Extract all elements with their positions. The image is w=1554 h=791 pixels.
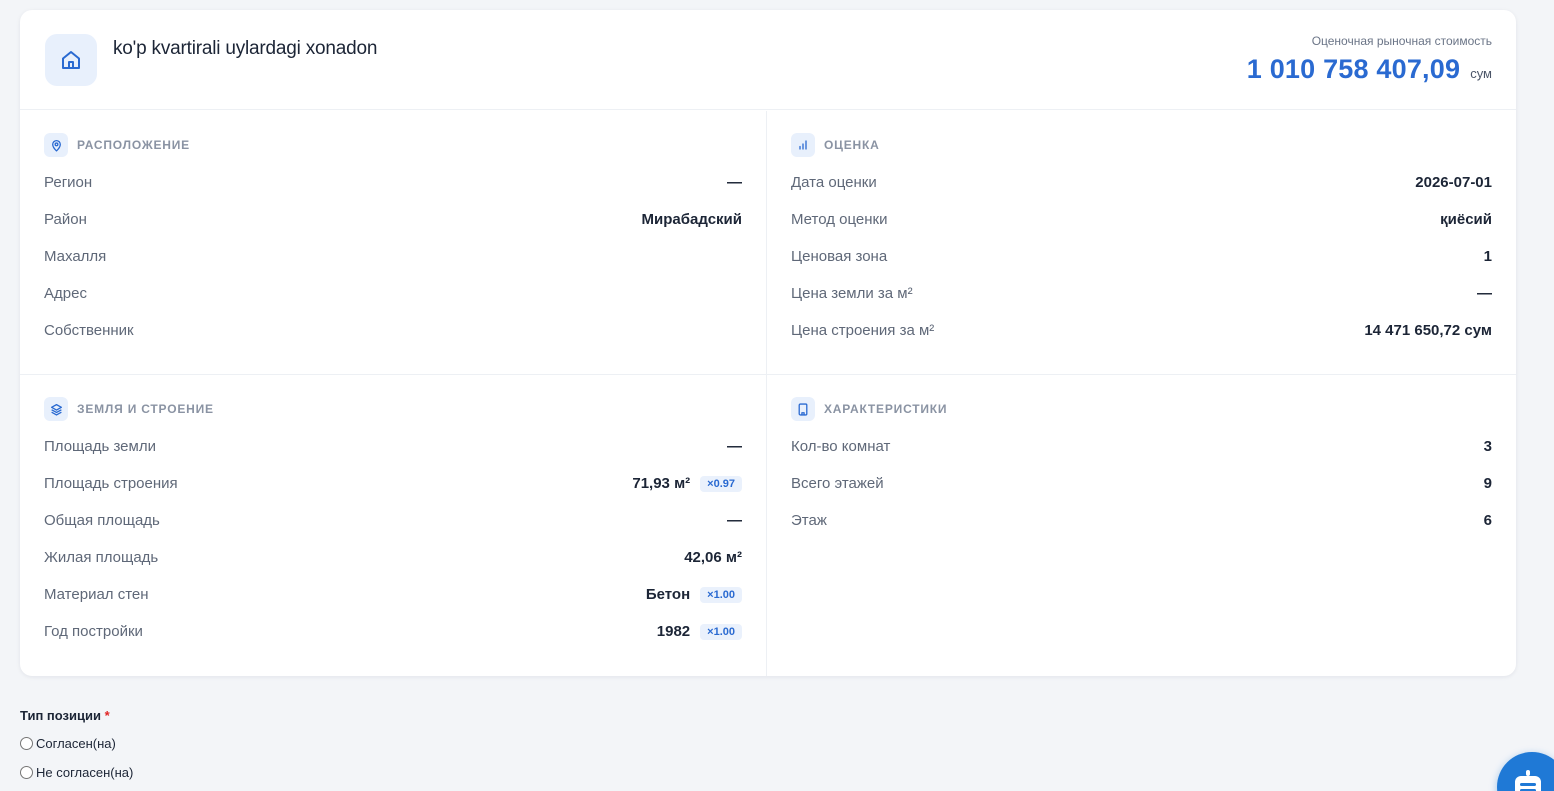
row-wall-material: Материал стен Бетон ×1.00 — [44, 576, 742, 613]
row-price-zone: Ценовая зона 1 — [791, 248, 1492, 265]
coefficient-badge: ×1.00 — [700, 586, 742, 603]
land-section: ЗЕМЛЯ И СТРОЕНИЕ Площадь земли — Площадь … — [20, 375, 767, 676]
position-type-form: Тип позиции * Согласен(на) Не согласен(н… — [20, 708, 133, 780]
radio-agree-input[interactable] — [20, 737, 33, 750]
building-icon — [791, 397, 815, 421]
required-mark: * — [104, 708, 110, 723]
row-land-area: Площадь земли — — [44, 438, 742, 455]
row-rooms: Кол-во комнат 3 — [791, 438, 1492, 455]
row-land-price: Цена земли за м² — — [791, 285, 1492, 302]
property-title: ko'p kvartirali uylardagi xonadon — [113, 38, 378, 59]
evaluation-section: ОЦЕНКА Дата оценки 2026-07-01 Метод оценк… — [767, 111, 1516, 375]
row-mahalla: Махалля — [44, 248, 107, 265]
row-eval-method: Метод оценки қиёсий — [791, 211, 1492, 228]
row-owner: Собственник — [44, 322, 134, 339]
coefficient-badge: ×1.00 — [700, 623, 742, 640]
bar-chart-icon — [791, 133, 815, 157]
radio-disagree-input[interactable] — [20, 766, 33, 779]
row-floor: Этаж 6 — [791, 512, 1492, 529]
price-unit: сум — [1470, 66, 1492, 81]
section-title: РАСПОЛОЖЕНИЕ — [77, 138, 190, 152]
price-block: Оценочная рыночная стоимость 1 010 758 4… — [1247, 34, 1492, 85]
chatbot-icon — [1515, 770, 1541, 791]
home-icon — [45, 34, 97, 86]
price-value: 1 010 758 407,09 — [1246, 54, 1461, 84]
row-living-area: Жилая площадь 42,06 м² — [44, 549, 742, 566]
row-total-floors: Всего этажей 9 — [791, 475, 1492, 492]
position-type-label: Тип позиции * — [20, 708, 110, 723]
characteristics-section: ХАРАКТЕРИСТИКИ Кол-во комнат 3 Всего этаж… — [767, 375, 1516, 676]
row-building-price: Цена строения за м² 14 471 650,72 сум — [791, 322, 1492, 339]
price-label: Оценочная рыночная стоимость — [1311, 34, 1492, 48]
radio-disagree[interactable]: Не согласен(на) — [20, 765, 133, 780]
row-address: Адрес — [44, 285, 87, 302]
row-eval-date: Дата оценки 2026-07-01 — [791, 174, 1492, 191]
row-building-area: Площадь строения 71,93 м² ×0.97 — [44, 465, 742, 502]
row-region: Регион — — [44, 174, 742, 191]
row-district: Район Мирабадский — [44, 211, 742, 228]
card-header: ko'p kvartirali uylardagi xonadon Оценоч… — [20, 10, 1516, 110]
row-build-year: Год постройки 1982 ×1.00 — [44, 613, 742, 650]
section-title: ОЦЕНКА — [824, 138, 880, 152]
section-title: ЗЕМЛЯ И СТРОЕНИЕ — [77, 402, 214, 416]
chatbot-button[interactable] — [1497, 752, 1554, 791]
property-card: ko'p kvartirali uylardagi xonadon Оценоч… — [20, 10, 1516, 676]
row-total-area: Общая площадь — — [44, 512, 742, 529]
radio-agree[interactable]: Согласен(на) — [20, 736, 133, 751]
map-pin-icon — [44, 133, 68, 157]
location-section: РАСПОЛОЖЕНИЕ Регион — Район Мирабадский Ма… — [20, 111, 767, 375]
layers-icon — [44, 397, 68, 421]
coefficient-badge: ×0.97 — [700, 475, 742, 492]
section-title: ХАРАКТЕРИСТИКИ — [824, 402, 948, 416]
